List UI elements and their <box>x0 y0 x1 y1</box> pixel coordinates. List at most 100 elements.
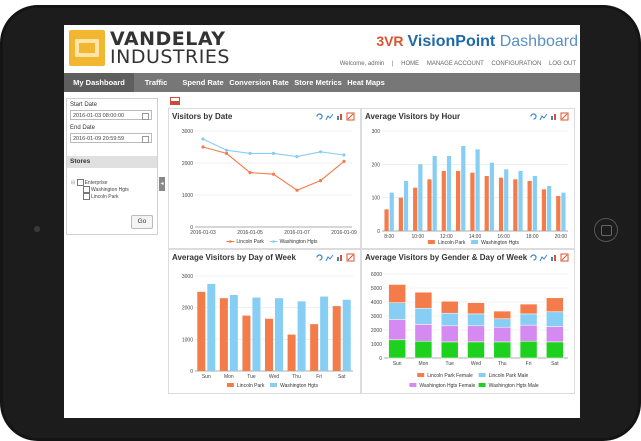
refresh-icon[interactable] <box>316 254 323 261</box>
export-icon[interactable] <box>560 112 569 121</box>
bar-segment <box>546 311 564 327</box>
bar-chart-icon-bar <box>554 114 556 120</box>
bar <box>446 156 452 231</box>
legend-label: Lincoln Park Male <box>489 373 529 379</box>
export-icon[interactable] <box>346 112 355 121</box>
legend-label: Lincoln Park Female <box>427 373 473 379</box>
y-tick-label: 2000 <box>182 161 193 167</box>
bar <box>470 172 475 231</box>
legend-label: Washington Hgts Female <box>419 383 475 389</box>
bar <box>427 179 432 231</box>
go-button[interactable]: Go <box>131 215 153 229</box>
nav-my-dashboard[interactable]: My Dashboard <box>64 73 134 92</box>
tree-washington[interactable]: Washington Hgts <box>83 186 129 193</box>
checkbox-icon[interactable] <box>76 179 84 186</box>
bar-chart-icon-bar <box>340 255 342 261</box>
export-icon-arrow <box>347 254 354 261</box>
data-point <box>271 151 276 155</box>
bar <box>513 179 518 231</box>
data-point <box>342 153 346 157</box>
visitors-by-day-chart: 0 1000 2000 3000 Sun Mon Tue Wed Thu Fri Sat Lincol… <box>182 274 353 389</box>
start-date-label: Start Date <box>70 102 98 108</box>
panel-toolbar <box>315 253 357 262</box>
line-chart-icon-path <box>539 254 548 262</box>
configuration-link[interactable]: CONFIGURATION <box>491 61 541 67</box>
calendar-icon[interactable] <box>142 113 149 120</box>
nav-traffic[interactable]: Traffic <box>134 73 178 92</box>
refresh-icon[interactable] <box>530 254 537 261</box>
bar-segment <box>546 326 564 343</box>
legend-swatch <box>226 383 234 387</box>
tree-enterprise[interactable]: ⊟ Enterprise <box>71 179 107 186</box>
checkbox-icon[interactable] <box>83 193 90 200</box>
bar <box>547 186 552 231</box>
bar <box>498 177 504 231</box>
legend-label: Lincoln Park <box>438 240 466 246</box>
bar <box>518 171 523 231</box>
tree-lincoln[interactable]: Lincoln Park <box>83 193 119 200</box>
checkbox-icon[interactable] <box>83 186 90 193</box>
nav-heat-maps[interactable]: Heat Maps <box>346 73 386 92</box>
start-date-input[interactable]: 2016-01-03 08:00:00 <box>70 110 152 120</box>
legend-swatch <box>270 383 278 387</box>
home-link[interactable]: HOME <box>401 61 419 67</box>
calendar-icon[interactable] <box>142 136 149 143</box>
bar <box>310 324 319 371</box>
toolbar-icons <box>530 253 569 262</box>
x-tick-label: Sat <box>551 361 559 367</box>
bar-chart-icon-bar <box>551 257 553 261</box>
logout-link[interactable]: LOG OUT <box>549 61 576 67</box>
legend-label: Washington Hgts <box>481 240 519 246</box>
nav-spend-rate[interactable]: Spend Rate <box>178 73 228 92</box>
bar-segment <box>467 302 485 315</box>
legend-swatch <box>471 240 479 244</box>
panel-toolbar <box>529 253 571 262</box>
y-tick-label: 0 <box>377 229 380 235</box>
pdf-export-icon[interactable] <box>170 97 180 105</box>
y-tick-label: 0 <box>379 356 382 362</box>
bar <box>484 176 489 231</box>
data-point <box>248 171 252 175</box>
x-tick-label: Thu <box>498 361 507 367</box>
line-chart-icon-path <box>325 254 334 262</box>
line-chart-icon[interactable] <box>539 113 548 121</box>
bar-segment <box>414 308 433 325</box>
export-icon[interactable] <box>346 253 355 262</box>
bar <box>332 306 341 371</box>
bar <box>561 192 566 231</box>
end-date-value: 2016-01-09 20:59:59 <box>73 136 125 142</box>
x-tick-label: Tue <box>247 374 256 380</box>
bar <box>504 169 509 231</box>
line-chart-icon[interactable] <box>539 254 548 262</box>
x-tick-label: Sun <box>202 374 211 380</box>
bar-chart-icon[interactable] <box>551 255 556 261</box>
manage-account-link[interactable]: MANAGE ACCOUNT <box>427 61 484 67</box>
nav-conversion-rate[interactable]: Conversion Rate <box>228 73 290 92</box>
stores-header: Stores <box>67 156 157 168</box>
collapse-sidebar-icon[interactable]: ◂ <box>159 177 165 191</box>
legend-swatch <box>417 373 425 377</box>
export-icon[interactable] <box>560 253 569 262</box>
line-chart-icon[interactable] <box>325 113 334 121</box>
x-tick-label: Mon <box>224 374 234 380</box>
legend-label: Lincoln Park <box>237 383 265 389</box>
line-chart-icon[interactable] <box>325 254 334 262</box>
legend-label: Lincoln Park <box>236 239 264 245</box>
refresh-icon[interactable] <box>316 113 323 120</box>
bar-segment <box>388 319 406 341</box>
bar-chart-icon[interactable] <box>551 114 556 120</box>
bar-chart-icon[interactable] <box>337 114 342 120</box>
refresh-icon[interactable] <box>530 113 537 120</box>
home-button[interactable] <box>594 218 618 242</box>
legend-swatch <box>427 240 435 244</box>
data-point <box>295 155 299 159</box>
refresh-icon-arc <box>530 254 537 261</box>
bar-chart-icon[interactable] <box>337 255 342 261</box>
nav-store-metrics[interactable]: Store Metrics <box>290 73 346 92</box>
end-date-input[interactable]: 2016-01-09 20:59:59 <box>70 133 152 143</box>
bar <box>489 162 495 231</box>
bar-segment <box>440 301 459 314</box>
vandelay-logo-icon <box>69 30 105 66</box>
y-tick-label: 3000 <box>182 274 193 280</box>
refresh-icon-arc <box>530 113 537 120</box>
